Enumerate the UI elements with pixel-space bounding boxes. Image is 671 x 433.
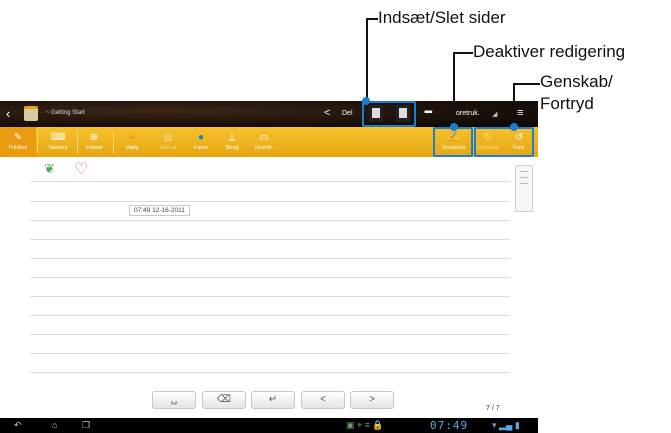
space-key[interactable]: ␣ [152, 391, 196, 409]
tool-insert-label: Indsæt [85, 145, 103, 151]
clock: 07:49 [430, 419, 469, 432]
timestamp-stamp[interactable]: 07:49 12-16-2011 [129, 205, 190, 216]
toolbar-divider [37, 131, 38, 153]
battery-wifi-icons: ▾ ▂▄ ▮ [492, 420, 520, 430]
grid-view-icon[interactable]: ▪▪▪ [424, 107, 433, 118]
insert-icon: ⊕ [89, 132, 99, 143]
menu-icon[interactable]: ≡ [517, 107, 523, 119]
system-bar: ↶ ⌂ ❐ ▣ ⌖ ≡ 🔒 07:49 ▾ ▂▄ ▮ [0, 418, 538, 433]
tool-freehand[interactable]: ✎ Frihånd [0, 127, 36, 157]
ruled-line [30, 296, 510, 297]
app-top-bar: ‹ ~ Getting Start < Del ▪▪▪ oretruk. ◢ ≡ [0, 101, 538, 127]
share-label[interactable]: Del [342, 110, 353, 117]
ruled-line [30, 372, 510, 373]
ruled-line [30, 258, 510, 259]
callout-dot [362, 97, 370, 105]
tool-keyboard[interactable]: ⌨ Tastatur [40, 127, 76, 157]
highlight-disable-edit [433, 127, 473, 157]
backspace-key[interactable]: ⌫ [202, 391, 246, 409]
ruled-line [30, 353, 510, 354]
signal-icon: ◢ [492, 111, 498, 118]
tool-keyboard-label: Tastatur [48, 145, 68, 151]
page-scrollbar[interactable] [515, 165, 533, 212]
highlight-page-buttons [362, 101, 416, 127]
ruled-line [30, 181, 510, 182]
heart-sticker[interactable]: ♡ [74, 159, 88, 179]
share-icon[interactable]: < [324, 107, 330, 119]
tool-delete-all-label: Slet alt [159, 145, 177, 151]
keyboard-icon: ⌨ [50, 132, 66, 143]
tool-select-label: Vælg [125, 145, 139, 151]
tool-freehand-label: Frihånd [8, 145, 28, 151]
home-nav-icon[interactable]: ⌂ [52, 420, 57, 430]
ruled-line [30, 201, 510, 202]
stroke-icon: ⟂ [228, 132, 236, 143]
tool-color-label: Farve [193, 145, 209, 151]
callout-insert-delete-label: Indsæt/Slet sider [378, 8, 506, 27]
highlight-redo-undo [474, 127, 534, 157]
prev-key[interactable]: < [301, 391, 345, 409]
ruled-line [30, 239, 510, 240]
tool-delete-all[interactable]: ▤ Slet alt [150, 127, 186, 157]
notebook-title: ~ Getting Start [46, 110, 85, 116]
ruled-line [30, 277, 510, 278]
background-icon: ▭ [259, 132, 269, 143]
select-icon: ☝ [125, 132, 139, 143]
notebook-icon [24, 106, 38, 121]
preferences-button[interactable]: oretruk. [456, 110, 480, 117]
plant-sticker[interactable]: ❦ [44, 161, 55, 177]
ruled-line [30, 315, 510, 316]
ruled-line [30, 220, 510, 221]
callout-disable-edit-label: Deaktiver redigering [473, 42, 626, 61]
next-key[interactable]: > [350, 391, 394, 409]
status-icons: ▣ ⌖ ≡ 🔒 [346, 420, 384, 430]
callout-redo-undo-line [513, 83, 540, 85]
ruled-line [30, 334, 510, 335]
recent-apps-icon[interactable]: ❐ [82, 420, 90, 431]
callout-redo-undo-label-1: Genskab/ [540, 72, 613, 91]
back-nav-icon[interactable]: ↶ [14, 420, 22, 431]
tool-background-label: Grundl. [254, 145, 274, 151]
back-arrow-icon[interactable]: ‹ [6, 106, 10, 121]
enter-key[interactable]: ↵ [251, 391, 295, 409]
callout-insert-delete-line [366, 18, 368, 101]
tool-stroke-label: Streg [225, 145, 239, 151]
delete-all-icon: ▤ [163, 132, 173, 143]
freehand-icon: ✎ [13, 132, 23, 143]
tool-insert[interactable]: ⊕ Indsæt [76, 127, 112, 157]
tool-stroke[interactable]: ⟂ Streg [214, 127, 250, 157]
callout-disable-edit-line [453, 52, 473, 54]
callout-dot [450, 123, 458, 131]
callout-redo-undo-label-2: Fortryd [540, 94, 594, 113]
tool-background[interactable]: ▭ Grundl. [246, 127, 282, 157]
tool-select[interactable]: ☝ Vælg [114, 127, 150, 157]
page-counter: 7 / 7 [486, 405, 500, 412]
note-page[interactable]: ❦ ♡ 07:49 12-16-2011 [0, 157, 538, 402]
callout-dot [510, 123, 518, 131]
